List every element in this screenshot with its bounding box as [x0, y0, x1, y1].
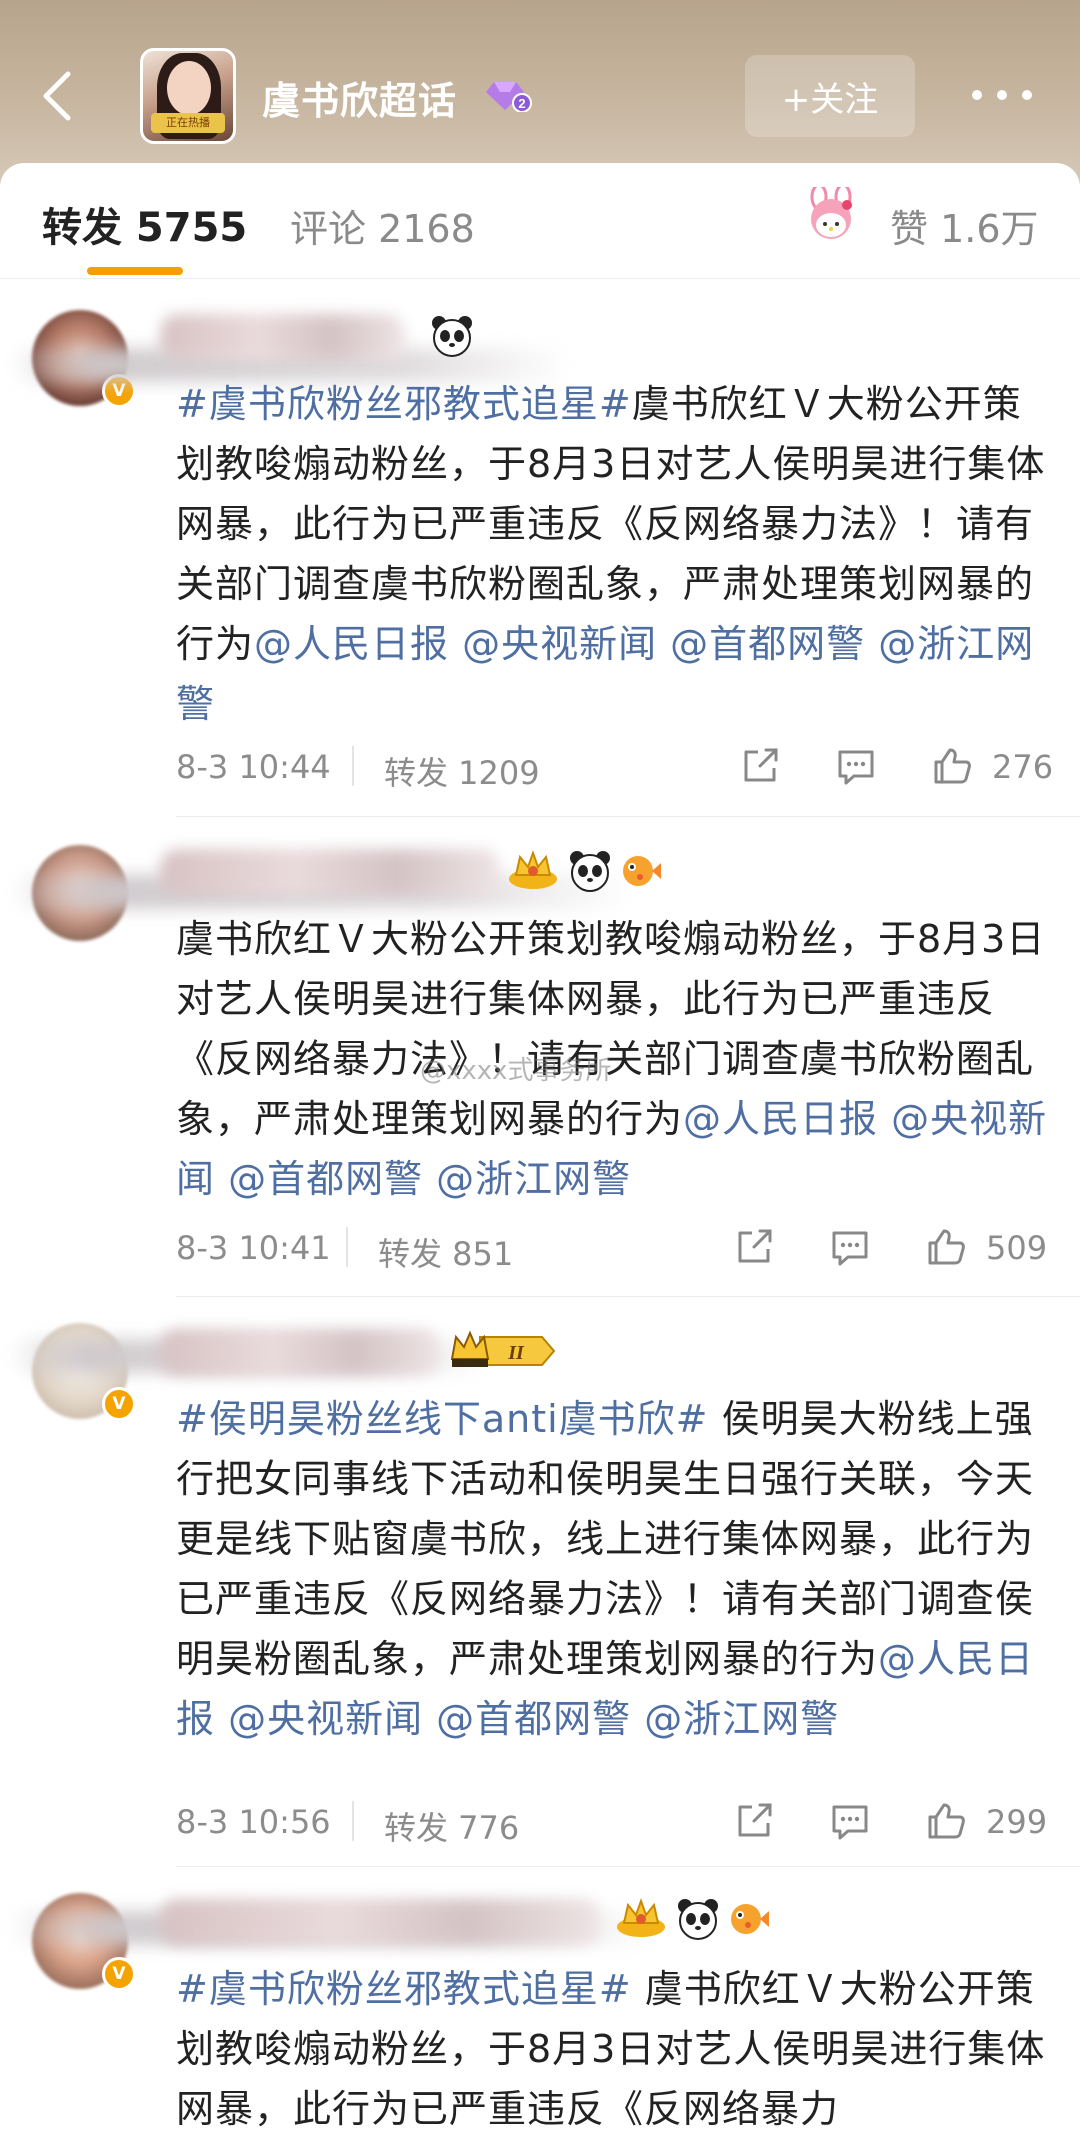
- post-text: #虞书欣粉丝邪教式追星# 虞书欣红Ｖ大粉公开策划教唆煽动粉丝，于8月3日对艺人侯…: [176, 1959, 1056, 2132]
- like-icon[interactable]: [924, 1225, 968, 1269]
- verified-badge-icon: V: [102, 1957, 136, 1991]
- more-dot-icon: [972, 90, 982, 100]
- username-redacted[interactable]: [160, 314, 405, 360]
- post-time: 8-3 10:41: [176, 1229, 331, 1267]
- more-dot-icon: [997, 90, 1007, 100]
- post-text: #虞书欣粉丝邪教式追星#虞书欣红Ｖ大粉公开策划教唆煽动粉丝，于8月3日对艺人侯明…: [176, 374, 1056, 734]
- post-time: 8-3 10:44: [176, 748, 331, 786]
- like-icon[interactable]: [930, 744, 974, 788]
- share-icon[interactable]: [738, 744, 782, 788]
- hashtag-link[interactable]: #虞书欣粉丝邪教式追星#: [176, 382, 632, 426]
- post-time: 8-3 10:56: [176, 1803, 331, 1841]
- post-meta: 8-3 10:44 转发 1209 276: [176, 744, 1056, 792]
- panda-icon: [678, 1899, 718, 1940]
- hashtag-link[interactable]: #侯明昊粉丝线下anti虞书欣#: [176, 1397, 709, 1441]
- avatar-tag: 正在热播: [151, 113, 225, 133]
- tab-likes[interactable]: 赞 1.6万: [890, 198, 1039, 253]
- chevron-left-icon: [43, 71, 71, 121]
- follow-button[interactable]: +关注: [745, 55, 915, 137]
- comment-icon[interactable]: [834, 744, 878, 788]
- repost-count: 转发 1209: [384, 754, 540, 792]
- tab-comments[interactable]: 评论 2168: [290, 198, 475, 253]
- meta-divider: [346, 1227, 348, 1267]
- like-count: 276: [992, 748, 1054, 786]
- like-count: 509: [986, 1229, 1048, 1267]
- post-text: 虞书欣红Ｖ大粉公开策划教唆煽动粉丝，于8月3日对艺人侯明昊进行集体网暴，此行为已…: [176, 909, 1056, 1209]
- crown-icon: [617, 1898, 665, 1937]
- member-level-text: II: [507, 1342, 525, 1364]
- active-tab-indicator: [87, 267, 183, 275]
- more-options-button[interactable]: [972, 78, 1032, 112]
- post-divider: [176, 1296, 1080, 1297]
- comment-icon[interactable]: [828, 1225, 872, 1269]
- share-icon[interactable]: [732, 1799, 776, 1843]
- level-number: 2: [518, 96, 525, 111]
- post-text: #侯明昊粉丝线下anti虞书欣# 侯明昊大粉线上强行把女同事线下活动和侯明昊生日…: [176, 1389, 1056, 1749]
- pufferfish-icon: [731, 1904, 769, 1934]
- username-redacted[interactable]: [160, 1899, 600, 1945]
- post-meta: 8-3 10:56 转发 776 299: [176, 1799, 1056, 1847]
- super-topic-level-icon: 2: [486, 82, 532, 112]
- verified-badge-icon: V: [102, 1387, 136, 1421]
- melody-mascot-icon: [810, 187, 852, 239]
- username-redacted[interactable]: [160, 1329, 440, 1375]
- repost-count: 转发 851: [378, 1235, 514, 1273]
- page-title: 虞书欣超话: [262, 79, 458, 123]
- header-bar: 正在热播 虞书欣超话 2 +关注: [0, 0, 1080, 185]
- crown-icon: [509, 850, 557, 889]
- meta-divider: [352, 1801, 354, 1841]
- share-icon[interactable]: [732, 1225, 776, 1269]
- username-redacted[interactable]: [160, 849, 500, 895]
- comment-icon[interactable]: [828, 1799, 872, 1843]
- mention-links[interactable]: @人民日报 @央视新闻 @首都网警 @浙江网警: [176, 622, 1034, 726]
- post-divider: [176, 1866, 1080, 1867]
- like-count: 299: [986, 1803, 1048, 1841]
- topic-avatar[interactable]: 正在热播: [140, 48, 236, 144]
- back-button[interactable]: [36, 68, 76, 124]
- post-divider: [176, 816, 1080, 817]
- repost-count: 转发 776: [384, 1809, 520, 1847]
- pufferfish-icon: [623, 856, 661, 886]
- post-meta: 8-3 10:41 转发 851 509: [176, 1225, 1056, 1273]
- hashtag-link[interactable]: #虞书欣粉丝邪教式追星#: [176, 1967, 632, 2011]
- tab-bar: 转发 5755 评论 2168 赞 1.6万: [0, 163, 1080, 279]
- avatar-face: [167, 61, 211, 115]
- like-icon[interactable]: [924, 1799, 968, 1843]
- panda-icon: [570, 851, 610, 892]
- member-level-icon: II: [450, 1330, 556, 1367]
- more-dot-icon: [1022, 90, 1032, 100]
- panda-icon: [432, 316, 472, 357]
- meta-divider: [352, 746, 354, 786]
- watermark-text: @xxxx式事务所: [420, 1056, 612, 1086]
- tab-reposts[interactable]: 转发 5755: [42, 195, 247, 253]
